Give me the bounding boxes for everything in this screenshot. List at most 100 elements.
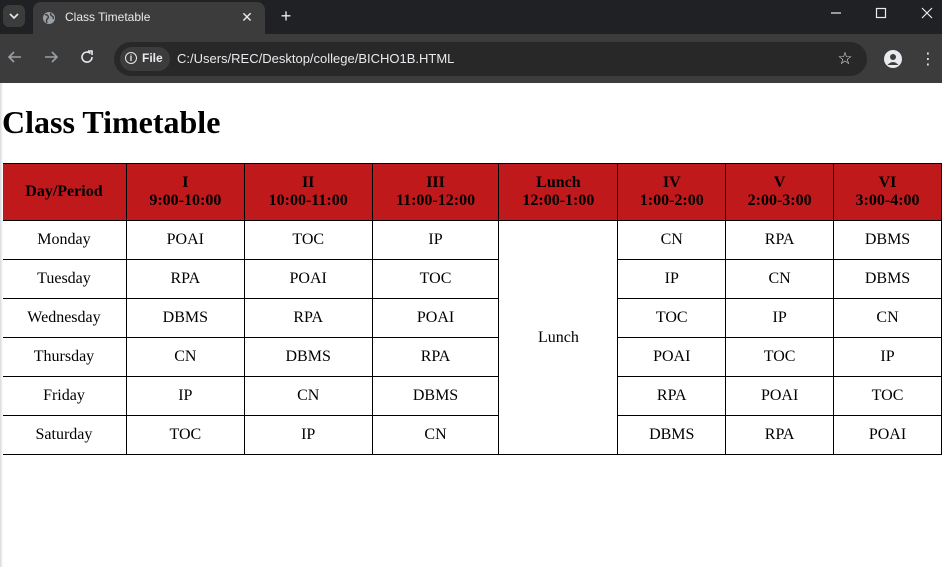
subject-cell: DBMS bbox=[833, 259, 942, 299]
header-time: 11:00-12:00 bbox=[395, 192, 476, 209]
subject-cell: POAI bbox=[833, 415, 942, 455]
site-info-chip[interactable]: i File bbox=[120, 47, 170, 71]
subject-cell: POAI bbox=[725, 376, 835, 416]
timetable: Day/Period I 9:00-10:00 II 10:00-11:00 III… bbox=[1, 163, 942, 455]
file-chip-label: File bbox=[142, 51, 163, 65]
table-row: Friday IP CN DBMS RPA POAI TOC bbox=[1, 376, 942, 416]
header-lunch: Lunch 12:00-1:00 bbox=[498, 163, 619, 221]
subject-cell: DBMS bbox=[833, 220, 942, 260]
header-period-2: II 10:00-11:00 bbox=[243, 163, 373, 221]
subject-cell: CN bbox=[833, 298, 942, 338]
close-icon bbox=[921, 7, 933, 19]
page-left-edge bbox=[0, 83, 3, 567]
subject-cell: RPA bbox=[243, 298, 373, 338]
subject-cell: CN bbox=[243, 376, 373, 416]
subject-cell: RPA bbox=[617, 376, 727, 416]
address-bar[interactable]: i File C:/Users/REC/Desktop/college/BICH… bbox=[114, 42, 867, 76]
more-options-icon[interactable]: ⋮ bbox=[920, 48, 936, 70]
browser-toolbar: i File C:/Users/REC/Desktop/college/BICH… bbox=[0, 34, 942, 83]
globe-icon bbox=[43, 12, 55, 24]
header-time: 9:00-10:00 bbox=[149, 192, 222, 209]
subject-cell: RPA bbox=[371, 337, 500, 377]
back-button[interactable] bbox=[5, 49, 25, 69]
page-content: Class Timetable Day/Period I 9:00-10:00 I… bbox=[0, 83, 942, 567]
header-period-1: I 9:00-10:00 bbox=[125, 163, 245, 221]
person-icon bbox=[887, 54, 899, 65]
header-label: III bbox=[426, 174, 445, 191]
header-time: 2:00-3:00 bbox=[747, 192, 812, 209]
subject-cell: TOC bbox=[833, 376, 942, 416]
reload-button[interactable] bbox=[77, 49, 97, 69]
header-label: Day/Period bbox=[25, 183, 103, 200]
day-cell: Saturday bbox=[1, 415, 127, 455]
minimize-button[interactable] bbox=[821, 6, 851, 26]
header-period-4: IV 1:00-2:00 bbox=[617, 163, 727, 221]
header-time: 3:00-4:00 bbox=[855, 192, 920, 209]
lunch-cell: Lunch bbox=[498, 220, 619, 455]
header-label: IV bbox=[662, 174, 681, 191]
subject-cell: POAI bbox=[243, 259, 373, 299]
subject-cell: CN bbox=[617, 220, 727, 260]
subject-cell: CN bbox=[371, 415, 500, 455]
day-cell: Monday bbox=[1, 220, 127, 260]
subject-cell: RPA bbox=[725, 220, 835, 260]
tab-title: Class Timetable bbox=[65, 10, 151, 24]
subject-cell: CN bbox=[125, 337, 245, 377]
subject-cell: POAI bbox=[617, 337, 727, 377]
subject-cell: POAI bbox=[371, 298, 500, 338]
header-period-3: III 11:00-12:00 bbox=[371, 163, 500, 221]
subject-cell: DBMS bbox=[243, 337, 373, 377]
day-cell: Thursday bbox=[1, 337, 127, 377]
info-icon: i bbox=[125, 52, 137, 64]
subject-cell: TOC bbox=[243, 220, 373, 260]
maximize-button[interactable] bbox=[866, 6, 896, 26]
table-row: Tuesday RPA POAI TOC IP CN DBMS bbox=[1, 259, 942, 299]
subject-cell: DBMS bbox=[125, 298, 245, 338]
subject-cell: IP bbox=[243, 415, 373, 455]
subject-cell: TOC bbox=[617, 298, 727, 338]
tab-search-button[interactable] bbox=[3, 5, 25, 27]
subject-cell: IP bbox=[833, 337, 942, 377]
url-text[interactable]: C:/Users/REC/Desktop/college/BICHO1B.HTM… bbox=[177, 51, 454, 66]
header-label: VI bbox=[878, 174, 897, 191]
day-cell: Wednesday bbox=[1, 298, 127, 338]
header-row: Day/Period I 9:00-10:00 II 10:00-11:00 III… bbox=[1, 163, 942, 221]
header-time: 12:00-1:00 bbox=[522, 192, 595, 209]
profile-avatar-icon[interactable] bbox=[884, 50, 902, 68]
arrow-right-icon bbox=[45, 51, 59, 63]
subject-cell: DBMS bbox=[617, 415, 727, 455]
subject-cell: TOC bbox=[725, 337, 835, 377]
subject-cell: RPA bbox=[725, 415, 835, 455]
bookmark-star-icon[interactable]: ☆ bbox=[835, 49, 855, 69]
day-cell: Friday bbox=[1, 376, 127, 416]
close-tab-icon[interactable]: ✕ bbox=[239, 9, 255, 25]
day-cell: Tuesday bbox=[1, 259, 127, 299]
new-tab-button[interactable]: + bbox=[276, 5, 296, 27]
forward-button[interactable] bbox=[41, 49, 61, 69]
tab-class-timetable[interactable]: Class Timetable ✕ bbox=[33, 2, 265, 34]
subject-cell: DBMS bbox=[371, 376, 500, 416]
table-row: Saturday TOC IP CN DBMS RPA POAI bbox=[1, 415, 942, 455]
tab-bar: Class Timetable ✕ + bbox=[0, 0, 942, 34]
reload-icon bbox=[81, 50, 93, 63]
subject-cell: IP bbox=[125, 376, 245, 416]
subject-cell: IP bbox=[725, 298, 835, 338]
header-label: I bbox=[182, 174, 189, 191]
arrow-left-icon bbox=[7, 51, 21, 63]
maximize-icon bbox=[875, 7, 887, 19]
subject-cell: RPA bbox=[125, 259, 245, 299]
header-label: II bbox=[301, 174, 315, 191]
close-window-button[interactable] bbox=[912, 6, 942, 26]
subject-cell: POAI bbox=[125, 220, 245, 260]
subject-cell: IP bbox=[371, 220, 500, 260]
header-time: 1:00-2:00 bbox=[639, 192, 704, 209]
header-period-6: VI 3:00-4:00 bbox=[833, 163, 942, 221]
header-label: Lunch bbox=[536, 174, 581, 191]
subject-cell: TOC bbox=[371, 259, 500, 299]
subject-cell: TOC bbox=[125, 415, 245, 455]
subject-cell: CN bbox=[725, 259, 835, 299]
chevron-down-icon bbox=[9, 13, 19, 20]
table-row: Monday POAI TOC IP Lunch CN RPA DBMS bbox=[1, 220, 942, 455]
table-row: Wednesday DBMS RPA POAI TOC IP CN bbox=[1, 298, 942, 338]
subject-cell: IP bbox=[617, 259, 727, 299]
